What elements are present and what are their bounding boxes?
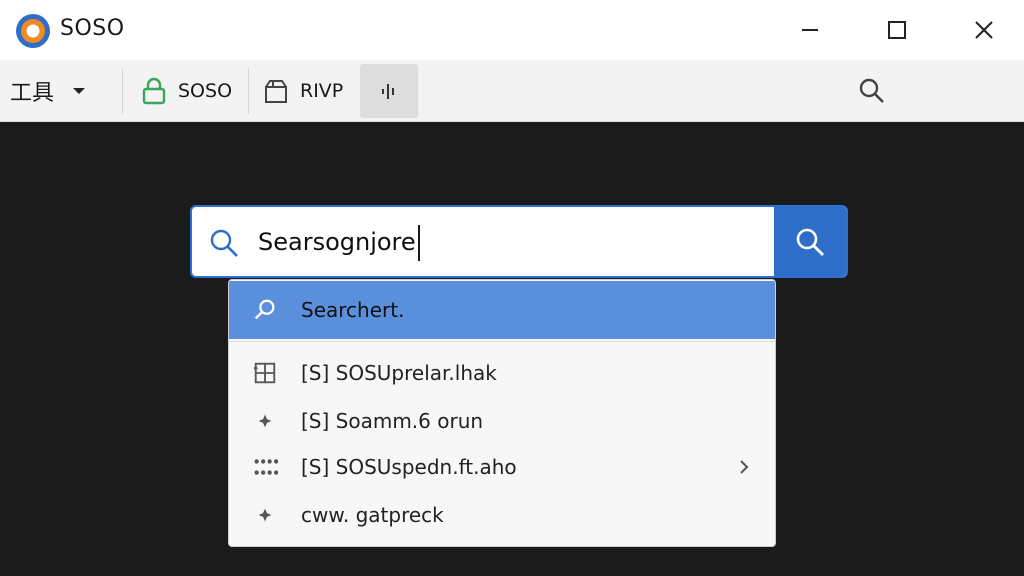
suggestion-item[interactable]: Searchert. [229, 281, 775, 339]
waveform-icon [382, 84, 394, 99]
suggestion-item[interactable]: cww. gatpreck [229, 492, 775, 538]
window-title: SOSO [60, 16, 125, 41]
grid-icon [251, 359, 279, 387]
suggestions-dropdown: Searchert. [S] SOSUprelar.lhak [S] Soamm… [228, 279, 776, 547]
rivp-button-label: RIVP [300, 80, 344, 102]
suggestion-item[interactable]: [S] SOSUprelar.lhak [229, 350, 775, 396]
minimize-button[interactable] [768, 0, 852, 60]
toolbar-divider [122, 68, 123, 114]
caret-down-icon [73, 88, 86, 94]
suggestion-label: [S] SOSUprelar.lhak [301, 361, 497, 385]
sparkle-icon [251, 501, 279, 529]
search-input[interactable] [258, 221, 758, 263]
maximize-button[interactable] [855, 0, 939, 60]
soso-button-label: SOSO [178, 80, 233, 102]
toolbar-divider [248, 68, 249, 114]
close-button[interactable] [942, 0, 1024, 60]
dropdown-divider [229, 341, 775, 342]
suggestion-label: Searchert. [301, 298, 405, 322]
search-icon [796, 228, 824, 256]
search-box [190, 205, 848, 278]
soso-button[interactable]: SOSO [140, 64, 232, 118]
box-icon [265, 80, 287, 103]
suggestion-label: [S] Soamm.6 orun [301, 409, 484, 433]
toolbar: 工具 SOSO RIVP [0, 60, 1024, 122]
lock-icon [142, 77, 166, 105]
app-logo-icon [16, 14, 50, 48]
voice-input-button[interactable] [360, 64, 418, 118]
tools-menu-button[interactable]: 工具 [10, 64, 86, 118]
toolbar-search-button[interactable] [850, 64, 894, 118]
title-bar: SOSO [0, 0, 1024, 60]
suggestion-item[interactable]: [S] SOSUspedn.ft.aho [229, 444, 775, 490]
suggestion-label: cww. gatpreck [301, 503, 444, 527]
sparkle-icon [251, 407, 279, 435]
close-icon [975, 21, 993, 39]
search-icon [210, 229, 238, 257]
suggestion-label: [S] SOSUspedn.ft.aho [301, 455, 517, 479]
minimize-icon [802, 29, 818, 31]
maximize-icon [888, 21, 906, 39]
search-icon [859, 78, 884, 103]
suggestion-item[interactable]: [S] Soamm.6 orun [229, 398, 775, 444]
dots-grid-icon [251, 453, 279, 481]
rivp-button[interactable]: RIVP [262, 64, 343, 118]
tools-menu-label: 工具 [10, 81, 55, 106]
chevron-right-icon [740, 460, 749, 474]
search-icon [251, 296, 279, 324]
search-submit-button[interactable] [774, 207, 846, 276]
text-cursor [418, 225, 420, 261]
